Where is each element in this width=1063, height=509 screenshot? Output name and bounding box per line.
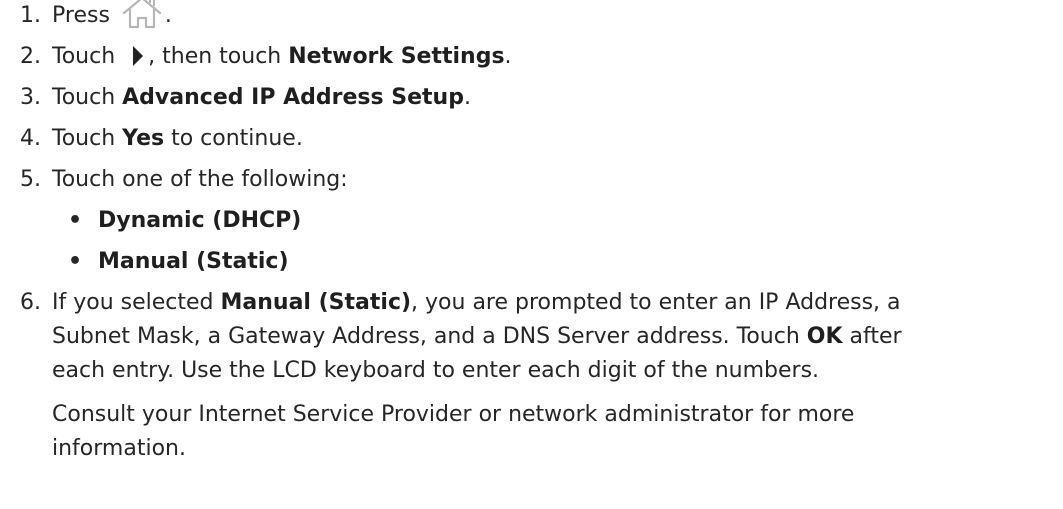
- step-text: If you selected: [52, 290, 214, 315]
- option-manual-static: • Manual (Static): [68, 246, 289, 278]
- note-line-1: Consult your Internet Service Provider o…: [52, 399, 1052, 431]
- home-icon: [121, 0, 165, 32]
- step-text: Touch: [52, 126, 116, 151]
- step-text: Touch one of the following:: [52, 167, 348, 192]
- bullet-marker: •: [68, 249, 83, 274]
- step-text: Press: [52, 3, 110, 28]
- step-2: 2. Touch , then touch Network Settings.: [20, 41, 1055, 73]
- option-label: Dynamic (DHCP): [98, 208, 302, 233]
- step-6-line-2: Subnet Mask, a Gateway Address, and a DN…: [52, 321, 1052, 353]
- document-page: 1. Press . 2. Touch , then touch Network S…: [0, 0, 1063, 509]
- step-number: 3.: [20, 85, 41, 110]
- step-text: Touch: [52, 44, 116, 69]
- bullet-marker: •: [68, 208, 83, 233]
- step-number: 4.: [20, 126, 41, 151]
- step-number: 5.: [20, 167, 41, 192]
- step-end: to continue.: [171, 126, 303, 151]
- step-number: 1.: [20, 3, 41, 28]
- step-1: 1. Press .: [20, 0, 1055, 32]
- note-text: Consult your Internet Service Provider o…: [52, 402, 855, 427]
- step-end: .: [463, 85, 471, 110]
- step-end: .: [504, 44, 512, 69]
- step-text-cont: after: [849, 324, 902, 349]
- option-label: Manual (Static): [98, 249, 289, 274]
- step-end: .: [164, 3, 172, 28]
- step-text-mid: , then touch: [148, 44, 282, 69]
- step-6: 6. If you selected Manual (Static), you a…: [20, 287, 1055, 319]
- step-text-cont: , you are prompted to enter an IP Addres…: [411, 290, 901, 315]
- ok-option: OK: [806, 324, 843, 349]
- note-text: information.: [52, 436, 186, 461]
- step-text: Touch: [52, 85, 116, 110]
- step-4: 4. Touch Yes to continue.: [20, 123, 1055, 155]
- note-line-2: information.: [52, 433, 1052, 465]
- step-6-line-3: each entry. Use the LCD keyboard to ente…: [52, 355, 1052, 387]
- step-number: 2.: [20, 44, 41, 69]
- step-3: 3. Touch Advanced IP Address Setup.: [20, 82, 1055, 114]
- manual-static-ref: Manual (Static): [220, 290, 412, 315]
- option-dynamic-dhcp: • Dynamic (DHCP): [68, 205, 301, 237]
- right-arrow-icon: [128, 45, 148, 69]
- yes-option: Yes: [122, 126, 165, 151]
- step-5: 5. Touch one of the following:: [20, 164, 1055, 196]
- step-number: 6.: [20, 290, 41, 315]
- network-settings-option: Network Settings: [288, 44, 505, 69]
- step-text: Subnet Mask, a Gateway Address, and a DN…: [52, 324, 800, 349]
- step-text: each entry. Use the LCD keyboard to ente…: [52, 358, 820, 383]
- advanced-ip-setup-option: Advanced IP Address Setup: [122, 85, 464, 110]
